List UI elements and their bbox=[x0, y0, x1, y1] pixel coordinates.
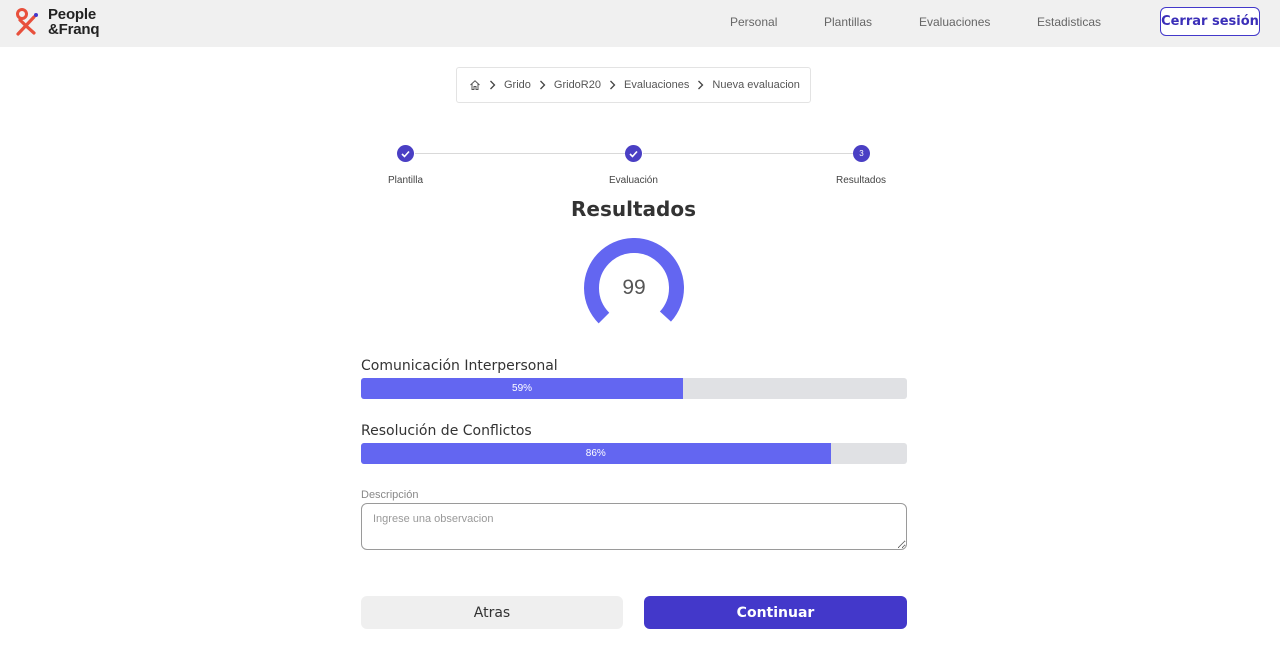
skill-progress-track: 59% bbox=[361, 378, 907, 399]
brand-line-2: &Franq bbox=[48, 21, 100, 38]
results-title: Resultados bbox=[571, 197, 696, 221]
skill-bar-resolucion: Resolución de Conflictos 86% bbox=[361, 423, 907, 464]
brand-name: People &Franq bbox=[48, 6, 100, 38]
brand-logo[interactable]: People &Franq bbox=[14, 6, 100, 38]
logout-button[interactable]: Cerrar sesión bbox=[1160, 7, 1260, 36]
skill-bar-comunicacion: Comunicación Interpersonal 59% bbox=[361, 358, 907, 399]
skill-progress-fill: 86% bbox=[361, 443, 831, 464]
top-navbar: People &Franq Personal Plantillas Evalua… bbox=[0, 0, 1280, 47]
step-3-label: Resultados bbox=[836, 175, 887, 186]
chevron-right-icon bbox=[609, 80, 616, 90]
nav-link-evaluaciones[interactable]: Evaluaciones bbox=[919, 15, 990, 29]
breadcrumb: Grido GridoR20 Evaluaciones Nueva evalua… bbox=[456, 67, 811, 103]
breadcrumb-item-gridor20[interactable]: GridoR20 bbox=[554, 79, 601, 91]
score-value: 99 bbox=[622, 276, 646, 299]
home-icon[interactable] bbox=[469, 79, 481, 91]
breadcrumb-item-grido[interactable]: Grido bbox=[504, 79, 531, 91]
brand-line-1: People bbox=[48, 6, 96, 23]
step-1-done-check-icon bbox=[397, 145, 414, 162]
step-2-done-check-icon bbox=[625, 145, 642, 162]
nav-link-plantillas[interactable]: Plantillas bbox=[824, 15, 872, 29]
continue-button[interactable]: Continuar bbox=[644, 596, 907, 629]
description-textarea[interactable] bbox=[361, 503, 907, 550]
people-franq-logo-icon bbox=[16, 8, 38, 36]
step-1-label: Plantilla bbox=[388, 175, 424, 186]
description-label: Descripción bbox=[361, 489, 419, 501]
step-3-number: 3 bbox=[853, 145, 870, 162]
breadcrumb-item-current: Nueva evaluacion bbox=[712, 79, 800, 91]
step-2-label: Evaluación bbox=[609, 175, 658, 186]
chevron-right-icon bbox=[539, 80, 546, 90]
back-button[interactable]: Atras bbox=[361, 596, 623, 629]
nav-link-personal[interactable]: Personal bbox=[730, 15, 777, 29]
skill-progress-track: 86% bbox=[361, 443, 907, 464]
skill-label: Resolución de Conflictos bbox=[361, 423, 532, 439]
stepper-connector bbox=[643, 153, 853, 154]
skill-label: Comunicación Interpersonal bbox=[361, 358, 558, 374]
skill-progress-fill: 59% bbox=[361, 378, 684, 399]
chevron-right-icon bbox=[697, 80, 704, 90]
breadcrumb-item-evaluaciones[interactable]: Evaluaciones bbox=[624, 79, 689, 91]
progress-stepper: Plantilla Evaluación 3 Resultados bbox=[361, 140, 907, 190]
nav-link-estadisticas[interactable]: Estadisticas bbox=[1037, 15, 1101, 29]
stepper-connector bbox=[415, 153, 626, 154]
chevron-right-icon bbox=[489, 80, 496, 90]
